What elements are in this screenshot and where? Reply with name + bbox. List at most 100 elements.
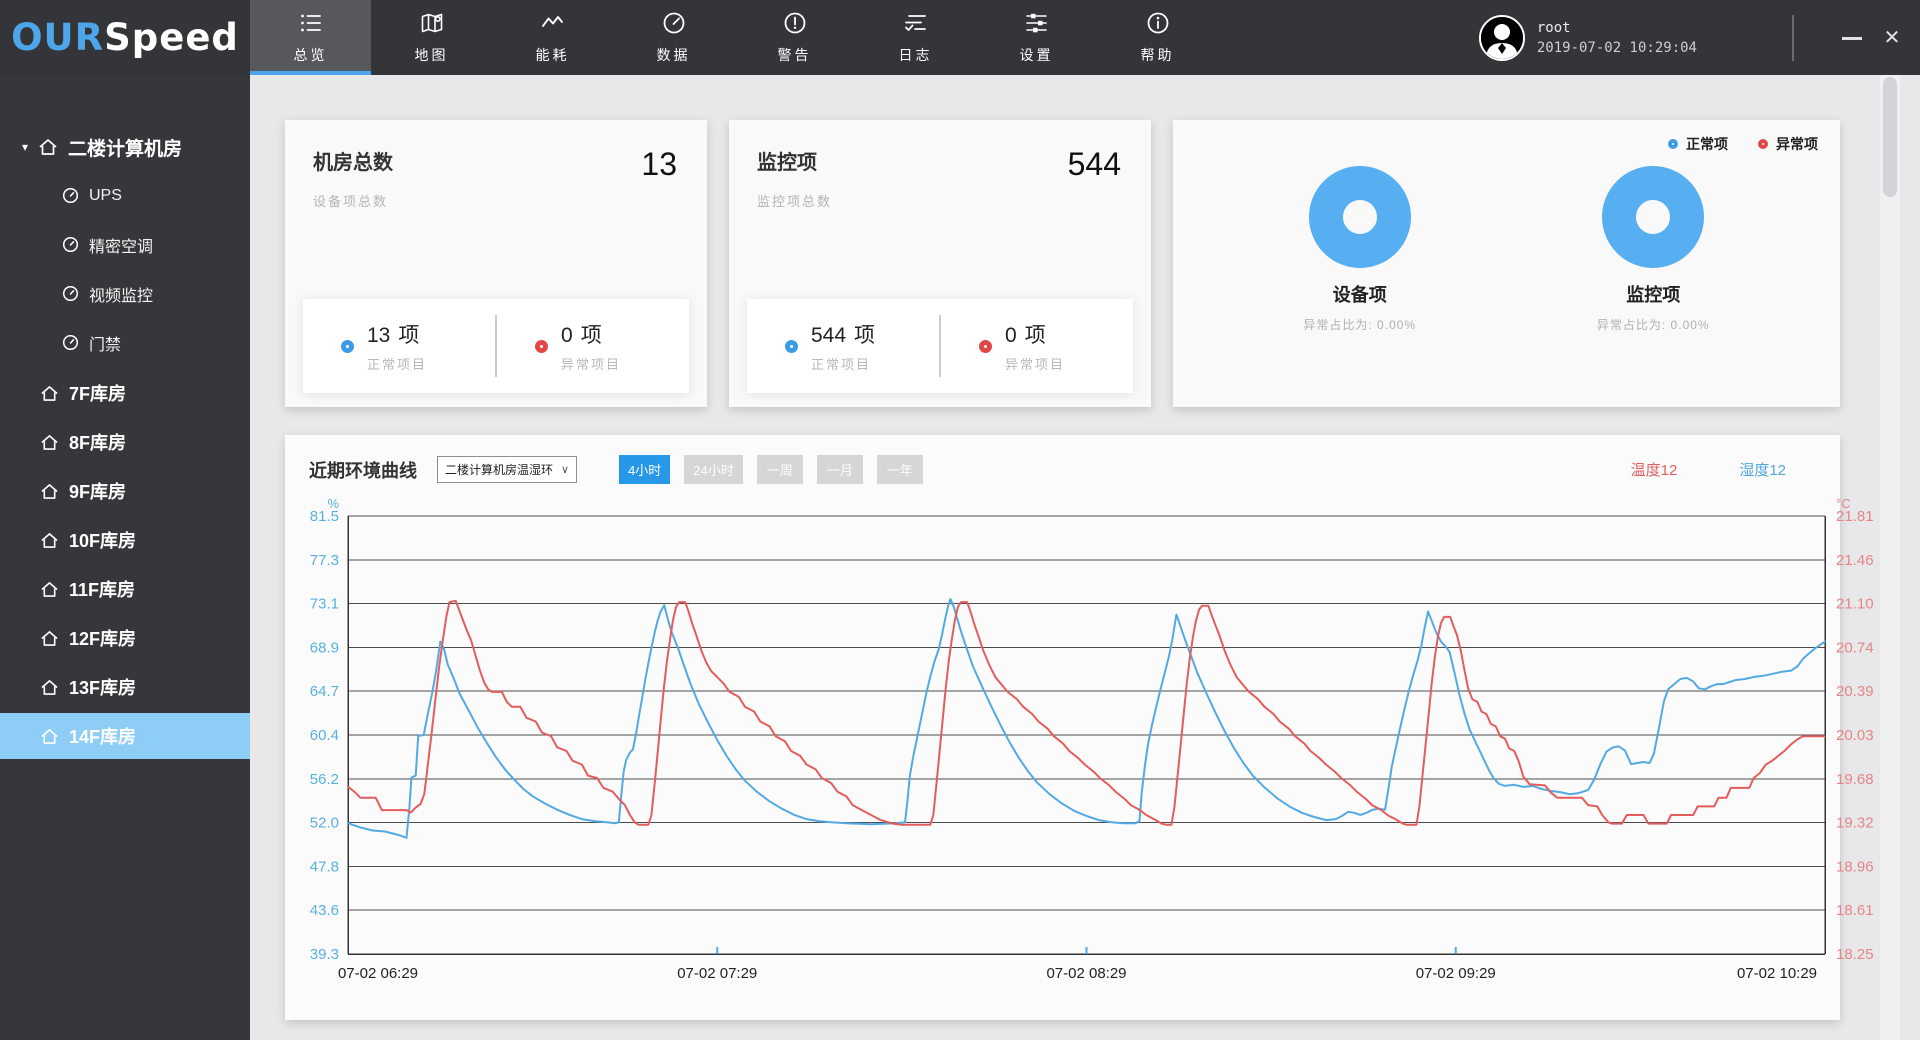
nav-tab-data[interactable]: 数据: [613, 0, 734, 75]
svg-text:07-02 09:29: 07-02 09:29: [1416, 965, 1496, 982]
donut-title: 监控项: [1597, 281, 1710, 307]
normal-unit: 项: [398, 324, 419, 347]
svg-text:07-02 08:29: 07-02 08:29: [1046, 965, 1126, 982]
sidebar-item-access-control[interactable]: 门禁: [0, 318, 250, 367]
sidebar-item-13f[interactable]: 13F库房: [0, 664, 250, 710]
sidebar: ▾ 二楼计算机房 UPS 精密空调 视频监控 门禁 7F库房 8F库房: [0, 75, 250, 1040]
data-gauge-icon: [661, 10, 687, 36]
nav-tab-energy[interactable]: 能耗: [492, 0, 613, 75]
sidebar-item-9f[interactable]: 9F库房: [0, 468, 250, 514]
normal-label: 正常项目: [811, 354, 875, 373]
user-zone: root 2019-07-02 10:29:04 ✕: [1479, 0, 1920, 75]
range-button-4h[interactable]: 4小时: [619, 455, 670, 484]
room-select-dropdown[interactable]: 二楼计算机房温湿环 ∨: [437, 456, 577, 483]
svg-text:20.74: 20.74: [1836, 639, 1874, 656]
abnormal-ring-icon: [1758, 139, 1768, 149]
dropdown-value: 二楼计算机房温湿环: [445, 461, 553, 478]
nav-tab-settings[interactable]: 设置: [976, 0, 1097, 75]
svg-text:43.6: 43.6: [310, 902, 339, 919]
sidebar-item-label: 12F库房: [69, 625, 136, 651]
chart-title: 近期环境曲线: [309, 457, 417, 483]
sidebar-item-11f[interactable]: 11F库房: [0, 566, 250, 612]
svg-text:07-02 10:29: 07-02 10:29: [1737, 965, 1817, 982]
environment-chart-card: 近期环境曲线 二楼计算机房温湿环 ∨ 4小时 24小时 一周 一月 一年 温度1…: [285, 435, 1840, 1020]
nav-tab-overview[interactable]: 总览: [250, 0, 371, 75]
temperature-badge[interactable]: 温度12: [1631, 459, 1678, 480]
nav-tab-help[interactable]: 帮助: [1097, 0, 1218, 75]
humidity-badge[interactable]: 湿度12: [1739, 459, 1786, 480]
abnormal-unit: 项: [581, 324, 602, 347]
svg-text:68.9: 68.9: [310, 639, 339, 656]
chart-header: 近期环境曲线 二楼计算机房温湿环 ∨ 4小时 24小时 一周 一月 一年 温度1…: [285, 435, 1840, 488]
gauge-icon: [62, 236, 79, 253]
minimize-icon: [1842, 37, 1862, 40]
nav-tab-label: 警告: [778, 45, 812, 65]
legend-abnormal: 异常项: [1758, 134, 1818, 154]
logo-part-1: OUR: [11, 16, 104, 59]
svg-text:52.0: 52.0: [310, 815, 339, 832]
svg-text:18.96: 18.96: [1836, 858, 1874, 875]
alert-icon: [782, 10, 808, 36]
svg-text:19.32: 19.32: [1836, 815, 1874, 832]
normal-count: 544: [811, 324, 846, 347]
card-stats-panel: 13项 正常项目 0项 异常项目: [303, 299, 689, 393]
home-icon: [40, 581, 59, 598]
summary-cards-row: 机房总数 13 设备项总数 13项 正常项目 0项 异常项目: [285, 120, 1840, 407]
nav-tab-log[interactable]: 日志: [855, 0, 976, 75]
settings-sliders-icon: [1024, 10, 1050, 36]
window-controls-divider: [1792, 15, 1794, 61]
device-donut: 设备项 异常占比为: 0.00%: [1303, 166, 1416, 333]
sidebar-item-label: 10F库房: [69, 527, 136, 553]
svg-text:07-02 07:29: 07-02 07:29: [677, 965, 757, 982]
sidebar-item-ups[interactable]: UPS: [0, 171, 250, 220]
sidebar-item-precision-ac[interactable]: 精密空调: [0, 220, 250, 269]
range-button-24h[interactable]: 24小时: [684, 455, 742, 484]
donut-summary-card: 正常项 异常项 设备项 异常占比为: 0.00% 监控项 异常占比为: 0.00…: [1173, 120, 1840, 407]
range-button-week[interactable]: 一周: [757, 455, 803, 484]
sidebar-item-10f[interactable]: 10F库房: [0, 517, 250, 563]
svg-text:°C: °C: [1836, 496, 1851, 511]
overview-list-icon: [298, 10, 324, 36]
scrollbar[interactable]: [1880, 75, 1900, 1040]
svg-text:21.10: 21.10: [1836, 596, 1874, 613]
nav-tab-label: 数据: [657, 45, 691, 65]
svg-text:19.68: 19.68: [1836, 771, 1874, 788]
gauge-icon: [62, 285, 79, 302]
home-icon: [40, 728, 59, 745]
close-button[interactable]: ✕: [1872, 25, 1912, 50]
normal-stat: 13项 正常项目: [303, 319, 495, 373]
map-icon: [419, 10, 445, 36]
user-name: root: [1537, 20, 1697, 36]
sidebar-item-7f[interactable]: 7F库房: [0, 370, 250, 416]
sidebar-item-12f[interactable]: 12F库房: [0, 615, 250, 661]
nav-tab-label: 能耗: [536, 45, 570, 65]
scrollbar-thumb[interactable]: [1883, 77, 1897, 197]
abnormal-stat: 0项 异常项目: [941, 319, 1133, 373]
logo-part-2: Speed: [104, 16, 239, 59]
gauge-icon: [62, 187, 79, 204]
sidebar-group-room2f[interactable]: ▾ 二楼计算机房: [0, 123, 250, 171]
card-stats-panel: 544 项 正常项目 0项 异常项目: [747, 299, 1133, 393]
nav-tab-map[interactable]: 地图: [371, 0, 492, 75]
sidebar-item-8f[interactable]: 8F库房: [0, 419, 250, 465]
device-donut-ring: [1309, 166, 1411, 268]
abnormal-label: 异常项目: [1005, 354, 1065, 373]
range-button-year[interactable]: 一年: [877, 455, 923, 484]
energy-curve-icon: [540, 10, 566, 36]
nav-tab-alert[interactable]: 警告: [734, 0, 855, 75]
user-info: root 2019-07-02 10:29:04: [1537, 20, 1697, 56]
normal-ring-icon: [785, 340, 798, 353]
sidebar-item-video-monitor[interactable]: 视频监控: [0, 269, 250, 318]
sidebar-group-label: 二楼计算机房: [68, 134, 182, 161]
minimize-button[interactable]: [1832, 25, 1872, 51]
card-total-value: 13: [641, 146, 677, 183]
sidebar-item-label: UPS: [89, 187, 122, 205]
card-title: 监控项: [757, 146, 817, 175]
card-total-value: 544: [1068, 146, 1121, 183]
range-button-month[interactable]: 一月: [817, 455, 863, 484]
user-avatar[interactable]: [1479, 15, 1525, 61]
svg-text:56.2: 56.2: [310, 771, 339, 788]
normal-unit: 项: [854, 324, 875, 347]
abnormal-ring-icon: [535, 340, 548, 353]
sidebar-item-14f[interactable]: 14F库房: [0, 713, 250, 759]
